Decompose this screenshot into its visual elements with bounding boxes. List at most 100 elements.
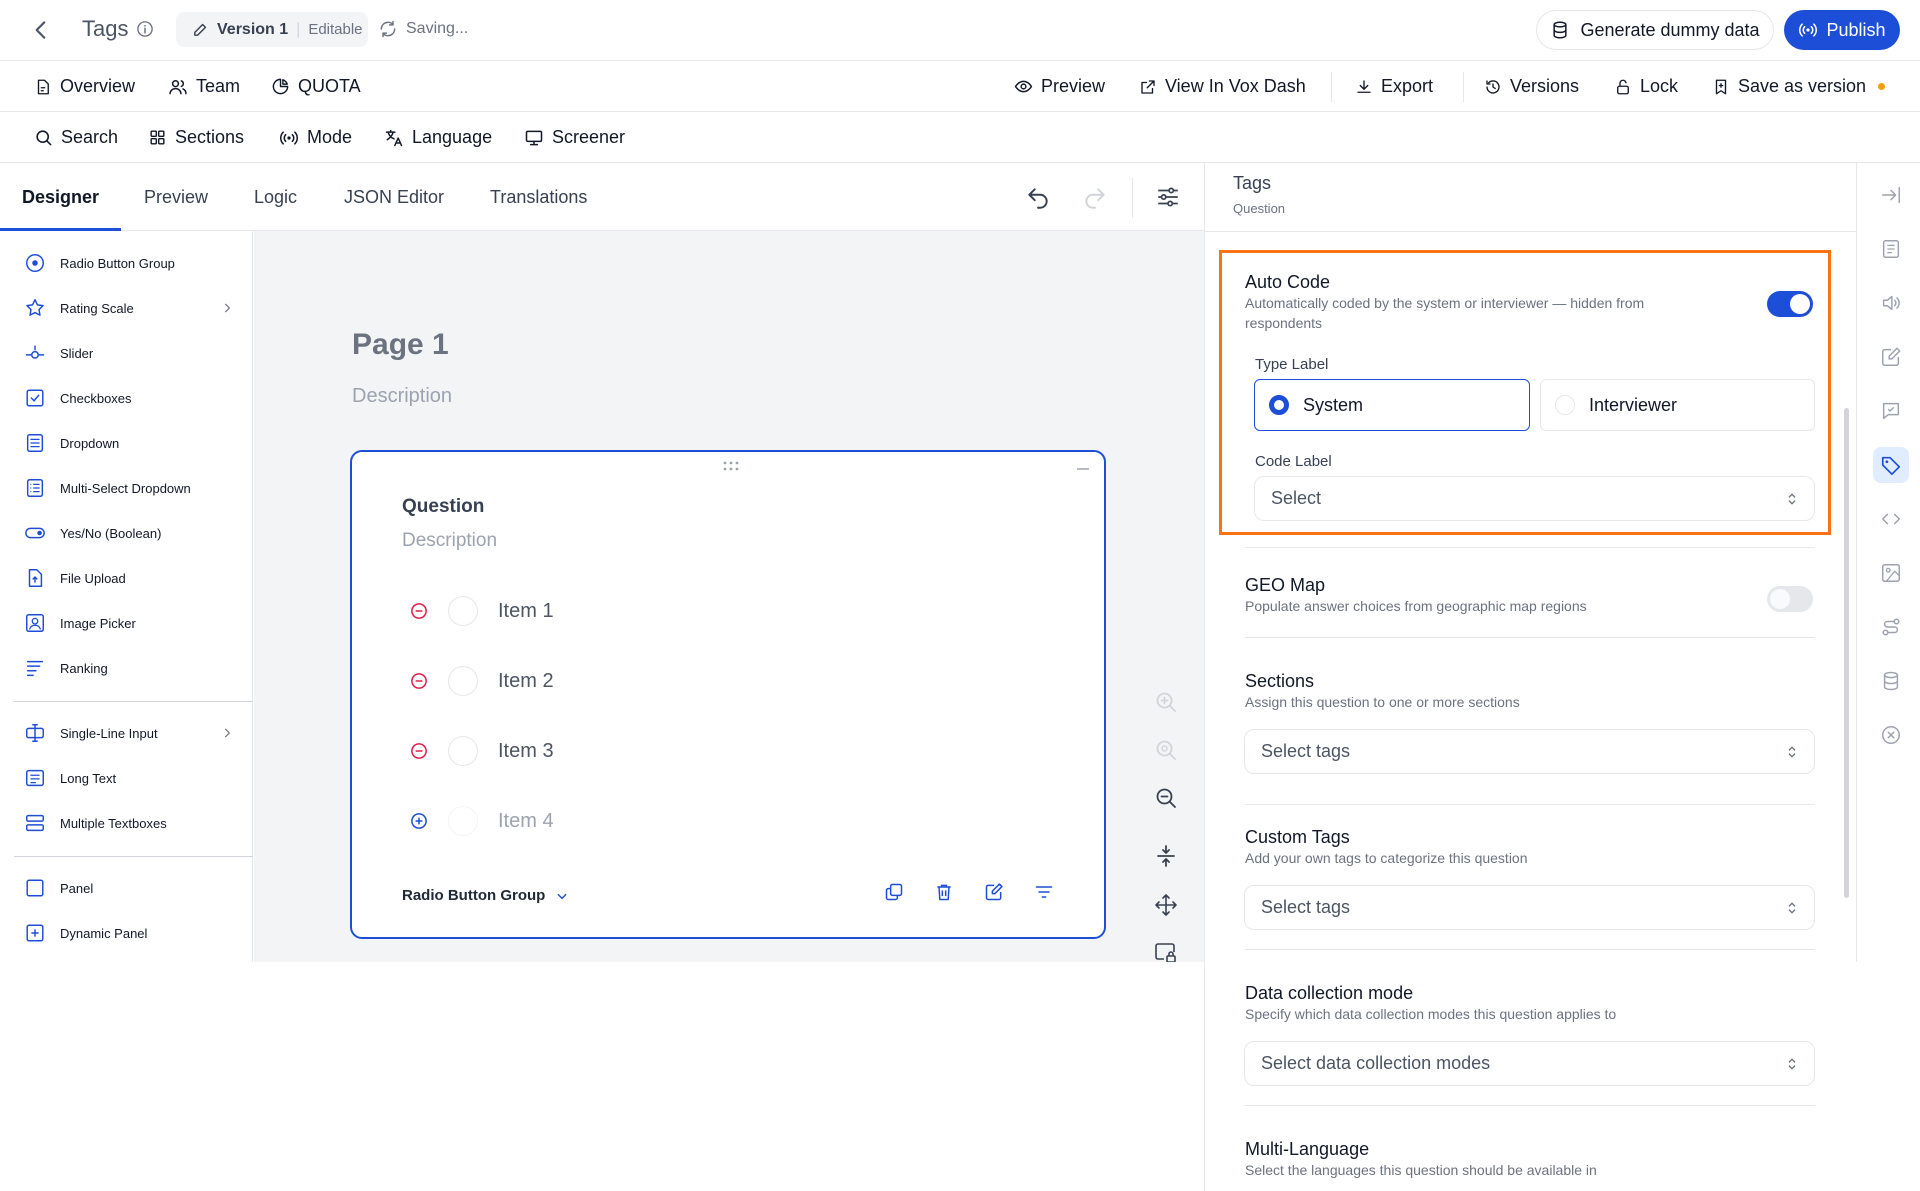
auto-code-toggle[interactable]: [1767, 291, 1813, 317]
toolbox-yes-no-boolean[interactable]: Yes/No (Boolean): [24, 518, 234, 548]
settings-sliders-button[interactable]: [1155, 184, 1181, 210]
tab-translations[interactable]: Translations: [490, 187, 587, 208]
move-button[interactable]: [1154, 893, 1178, 917]
toolbox-ranking[interactable]: Ranking: [24, 653, 234, 683]
remove-item-icon[interactable]: [410, 602, 428, 620]
data-collection-description: Specify which data collection modes this…: [1245, 1006, 1617, 1022]
rail-close-button[interactable]: [1873, 717, 1909, 753]
rail-validation-button[interactable]: [1873, 393, 1909, 429]
panel-scrollbar[interactable]: [1844, 408, 1849, 898]
publish-button[interactable]: Publish: [1784, 10, 1900, 50]
zoom-in-button[interactable]: [1154, 690, 1178, 714]
toolbox-slider[interactable]: Slider: [24, 338, 234, 368]
remove-item-icon[interactable]: [410, 672, 428, 690]
radio-circle[interactable]: [448, 736, 478, 766]
rail-database-button[interactable]: [1873, 663, 1909, 699]
nav-preview[interactable]: Preview: [1014, 61, 1105, 112]
question-card[interactable]: Question Description Item 1 Item 2 Item …: [350, 450, 1106, 939]
toolbox-multiple-textboxes[interactable]: Multiple Textboxes: [24, 808, 234, 838]
page-title-text[interactable]: Page 1: [352, 328, 449, 362]
tab-logic[interactable]: Logic: [254, 187, 297, 208]
toolbox-panel[interactable]: Panel: [24, 873, 234, 903]
nav-team[interactable]: Team: [168, 61, 240, 112]
filter-button[interactable]: [1034, 882, 1054, 902]
tab-json-editor[interactable]: JSON Editor: [344, 187, 444, 208]
nav-view-in-vox-dash[interactable]: View In Vox Dash: [1139, 61, 1306, 112]
lock-view-button[interactable]: [1154, 941, 1178, 962]
toolbar-language[interactable]: Language: [384, 112, 492, 163]
toolbar-mode[interactable]: Mode: [279, 112, 352, 163]
question-type-selector[interactable]: Radio Button Group: [402, 887, 569, 904]
choice-label[interactable]: Item 4: [498, 810, 554, 833]
toolbox-label: Dynamic Panel: [60, 925, 148, 941]
toolbox-dropdown[interactable]: Dropdown: [24, 428, 234, 458]
toolbox-radio-button-group[interactable]: Radio Button Group: [24, 248, 234, 278]
remove-item-icon[interactable]: [410, 742, 428, 760]
data-collection-select[interactable]: Select data collection modes: [1244, 1041, 1815, 1086]
rail-code-button[interactable]: [1873, 501, 1909, 537]
radio-circle[interactable]: [448, 596, 478, 626]
toolbox-checkboxes[interactable]: Checkboxes: [24, 383, 234, 413]
duplicate-button[interactable]: [884, 882, 904, 902]
toolbox-long-text[interactable]: Long Text: [24, 763, 234, 793]
rail-edit-button[interactable]: [1873, 339, 1909, 375]
undo-button[interactable]: [1025, 185, 1051, 211]
rail-general-button[interactable]: [1873, 231, 1909, 267]
tab-designer[interactable]: Designer: [22, 187, 99, 208]
nav-save-as-version[interactable]: Save as version: [1712, 61, 1886, 112]
toolbox-file-upload[interactable]: File Upload: [24, 563, 234, 593]
choice-label[interactable]: Item 2: [498, 670, 554, 693]
collapse-all-button[interactable]: [1154, 844, 1178, 868]
search-icon: [36, 130, 52, 146]
nav-versions[interactable]: Versions: [1484, 61, 1579, 112]
toolbox-single-line-input[interactable]: Single-Line Input: [24, 718, 234, 748]
edit-button[interactable]: [984, 882, 1004, 902]
tab-preview[interactable]: Preview: [144, 187, 208, 208]
choice-label[interactable]: Item 3: [498, 740, 554, 763]
question-description[interactable]: Description: [402, 530, 497, 552]
choice-label[interactable]: Item 1: [498, 600, 554, 623]
delete-button[interactable]: [934, 882, 954, 902]
collapse-icon[interactable]: [1076, 464, 1090, 474]
generate-dummy-data-button[interactable]: Generate dummy data: [1536, 10, 1774, 50]
radio-circle[interactable]: [448, 666, 478, 696]
zoom-fit-icon: [1156, 740, 1176, 760]
radio-circle[interactable]: [448, 806, 478, 836]
type-option-interviewer[interactable]: Interviewer: [1540, 379, 1815, 431]
toolbar-search[interactable]: Search: [34, 112, 118, 163]
toolbox-rating-scale[interactable]: Rating Scale: [24, 293, 234, 323]
nav-lock[interactable]: Lock: [1614, 61, 1678, 112]
zoom-out-button[interactable]: [1154, 786, 1178, 810]
nav-export[interactable]: Export: [1355, 61, 1433, 112]
collapse-panel-button[interactable]: [1873, 177, 1909, 213]
toolbox-multi-select-dropdown[interactable]: Multi-Select Dropdown: [24, 473, 234, 503]
toolbar-sections[interactable]: Sections: [148, 112, 244, 163]
sections-select[interactable]: Select tags: [1244, 729, 1815, 774]
page-description[interactable]: Description: [352, 385, 452, 408]
toolbar-screener[interactable]: Screener: [524, 112, 625, 163]
redo-button[interactable]: [1082, 185, 1108, 211]
toolbox-image-picker[interactable]: Image Picker: [24, 608, 234, 638]
question-title[interactable]: Question: [402, 496, 484, 518]
version-separator: |: [296, 20, 301, 38]
rail-routing-button[interactable]: [1873, 609, 1909, 645]
custom-tags-select[interactable]: Select tags: [1244, 885, 1815, 930]
back-button[interactable]: [28, 17, 54, 43]
zoom-out-icon: [1156, 788, 1176, 808]
rail-media-button[interactable]: [1873, 555, 1909, 591]
type-option-system[interactable]: System: [1254, 379, 1530, 431]
add-item-icon[interactable]: [410, 812, 428, 830]
info-icon[interactable]: [136, 20, 154, 38]
nav-quota[interactable]: QUOTA: [271, 61, 361, 112]
rail-audio-button[interactable]: [1873, 285, 1909, 321]
nav-overview[interactable]: Overview: [34, 61, 135, 112]
code-label-select[interactable]: Select: [1254, 476, 1815, 521]
publish-label: Publish: [1826, 19, 1886, 40]
toolbar-language-label: Language: [412, 127, 493, 147]
version-chip[interactable]: Version 1 | Editable: [176, 12, 368, 47]
geo-map-toggle[interactable]: [1767, 586, 1813, 612]
toolbox-dynamic-panel[interactable]: Dynamic Panel: [24, 918, 234, 948]
drag-handle-icon[interactable]: [722, 460, 740, 472]
zoom-reset-button[interactable]: [1154, 738, 1178, 762]
rail-tags-button[interactable]: [1873, 447, 1909, 483]
